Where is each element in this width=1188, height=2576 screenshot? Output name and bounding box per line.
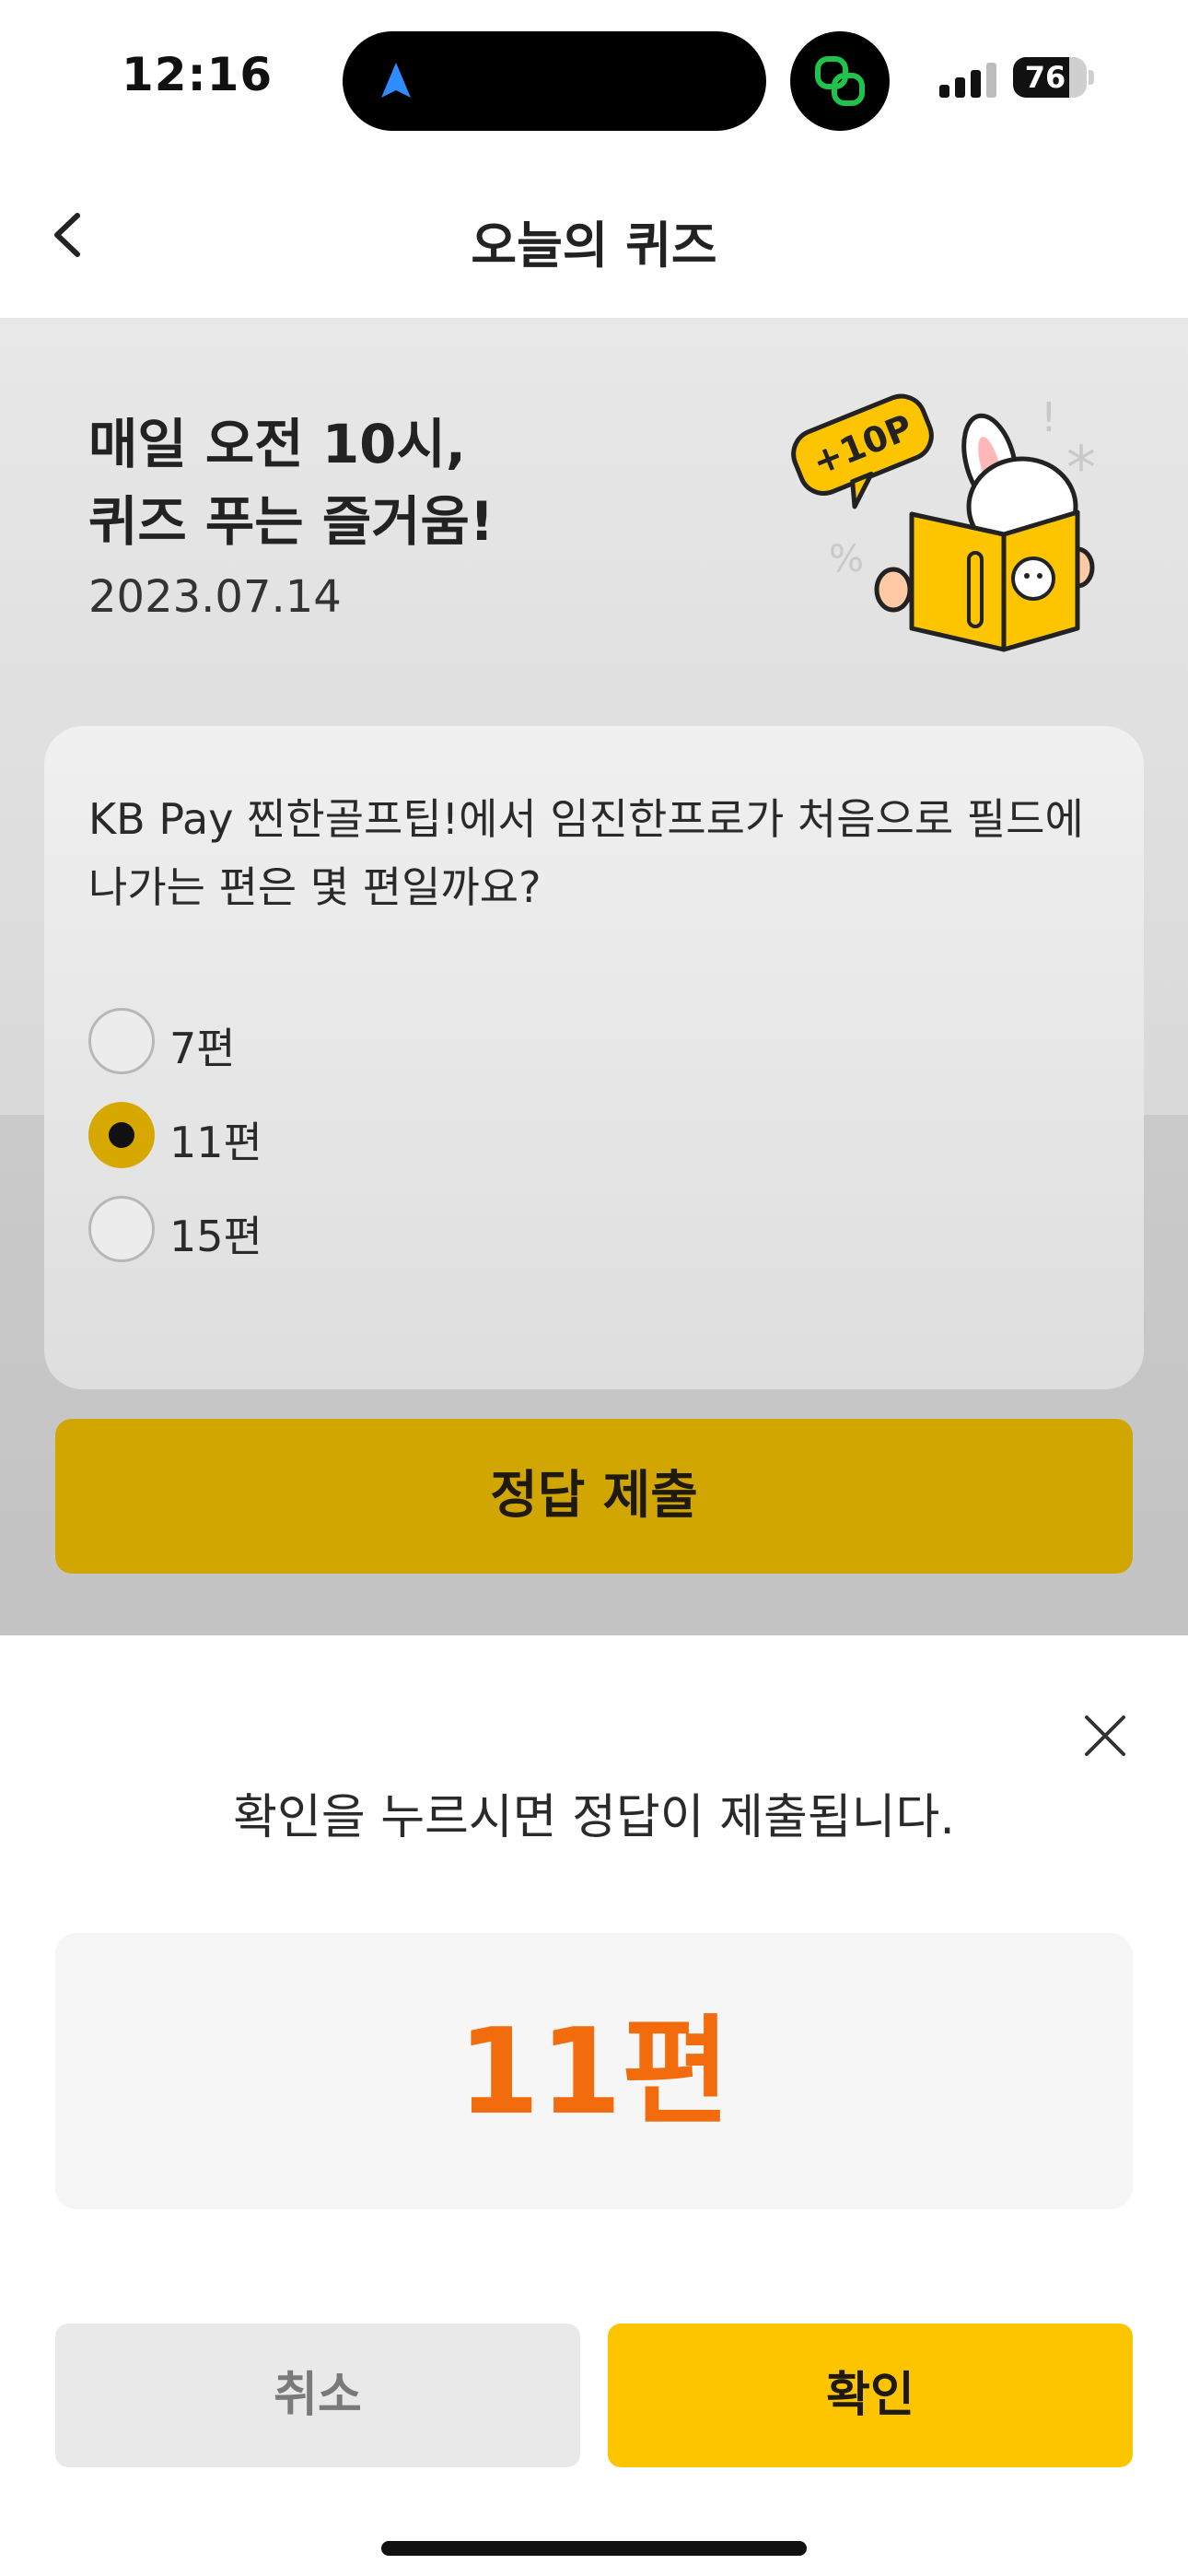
option-label: 7편 [169, 1024, 236, 1073]
battery-icon: 76 [1013, 57, 1087, 98]
confirm-button[interactable]: 확인 [608, 2324, 1133, 2467]
link-app-icon [790, 31, 890, 131]
radio-button-selected[interactable] [88, 1102, 155, 1168]
status-bar: 12:16 76 [0, 0, 1188, 157]
app-header: 오늘의 퀴즈 [0, 157, 1188, 318]
status-time: 12:16 [122, 48, 274, 101]
selected-answer: 11편 [458, 2004, 730, 2141]
option-11[interactable]: 11편 [88, 1102, 549, 1170]
navigation-arrow-icon [381, 63, 411, 98]
dynamic-island [343, 31, 766, 131]
radio-button[interactable] [88, 1196, 155, 1262]
confirm-message: 확인을 누르시면 정답이 제출됩니다. [233, 1790, 955, 1845]
close-icon[interactable] [1076, 1706, 1135, 1765]
option-label: 15편 [169, 1212, 262, 1261]
quiz-question: KB Pay 찐한골프팁!에서 임진한프로가 처음으로 필드에 나가는 편은 몇… [88, 794, 1084, 912]
option-15[interactable]: 15편 [88, 1196, 549, 1264]
cancel-button[interactable]: 취소 [55, 2324, 580, 2467]
home-indicator [381, 2541, 807, 2556]
quiz-date: 2023.07.14 [88, 571, 342, 623]
radio-button[interactable] [88, 1008, 155, 1074]
battery-cap [1089, 70, 1094, 85]
bunny-reading-illustration: +10P ! * % [791, 393, 1096, 652]
svg-text:!: ! [1041, 394, 1057, 441]
signal-icon [939, 61, 996, 98]
svg-text:%: % [829, 538, 864, 580]
option-7[interactable]: 7편 [88, 1008, 549, 1076]
submit-answer-button[interactable]: 정답 제출 [55, 1419, 1133, 1574]
battery-level: 76 [1024, 60, 1066, 95]
option-label: 11편 [169, 1118, 262, 1167]
hero-title: 매일 오전 10시, 퀴즈 푸는 즐거움! [88, 413, 495, 553]
page-title: 오늘의 퀴즈 [471, 217, 717, 275]
